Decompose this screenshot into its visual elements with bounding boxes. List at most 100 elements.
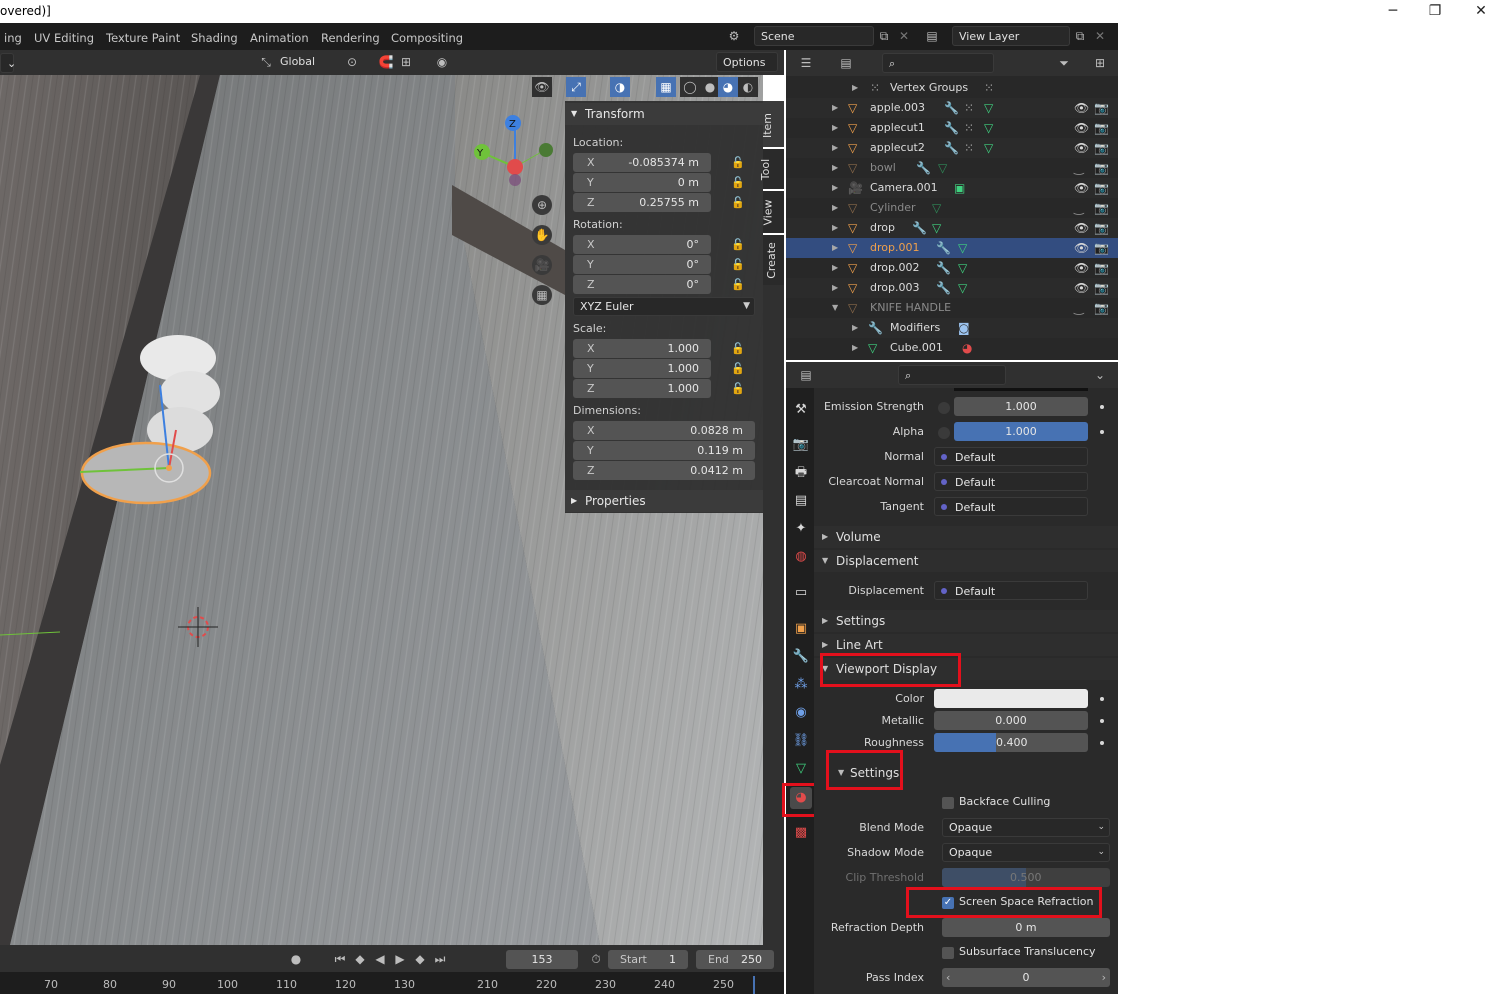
maximize-button[interactable]: ❐ <box>1425 2 1445 20</box>
current-frame-field[interactable]: 153 <box>506 950 578 969</box>
volume-section[interactable]: ▶ Volume <box>814 526 1118 548</box>
alpha-field[interactable]: 1.000 <box>954 422 1088 441</box>
list-item-selected[interactable]: ▶ ▽ drop.001 🔧 ▽ 👁 📷 <box>786 238 1118 258</box>
list-item[interactable]: ▶ ▽ Cylinder ▽ ‿ 📷 <box>786 198 1118 218</box>
lock-icon[interactable]: 🔓 <box>731 176 745 189</box>
displacement-section[interactable]: ▼ Displacement <box>814 550 1118 572</box>
clearcoat-normal-socket[interactable]: Default <box>934 472 1088 491</box>
shadow-mode-dropdown[interactable]: Opaque ⌄ <box>942 843 1110 862</box>
location-x-field[interactable]: X -0.085374 m <box>573 153 711 172</box>
metallic-field[interactable]: 0.000 <box>934 711 1088 730</box>
camera-view-icon[interactable]: 🎥 <box>532 255 552 275</box>
list-item[interactable]: ▶ ▽ applecut1 🔧 ⁙ ▽ 👁 📷 <box>786 118 1118 138</box>
clip-threshold-slider[interactable]: 0.500 <box>942 868 1110 887</box>
solid-shading-icon[interactable]: ● <box>700 77 720 97</box>
keyframe-dot-icon[interactable] <box>1100 719 1104 723</box>
particles-tab-icon[interactable]: ⁂ <box>790 674 812 696</box>
lock-icon[interactable]: 🔓 <box>731 278 745 291</box>
xray-toggle-icon[interactable]: ▦ <box>656 77 676 97</box>
keyframe-dot-icon[interactable] <box>1100 405 1104 409</box>
tab-create[interactable]: Create <box>763 235 784 285</box>
pass-index-field[interactable]: ‹ 0 › <box>942 968 1110 987</box>
location-y-field[interactable]: Y0 m <box>573 173 711 192</box>
lock-icon[interactable]: 🔓 <box>731 238 745 251</box>
object-data-tab-icon[interactable]: ▽ <box>790 758 812 780</box>
dimensions-y-field[interactable]: Y 0.119 m <box>573 441 755 460</box>
next-keyframe-icon[interactable]: ◆ <box>410 949 430 969</box>
tab-workspace-partial[interactable]: ing <box>0 27 26 49</box>
pivot-point-icon[interactable]: ⊙ <box>342 52 362 72</box>
roughness-slider[interactable]: 0.400 <box>934 733 1088 752</box>
play-icon[interactable]: ▶ <box>390 949 410 969</box>
mode-dropdown[interactable]: ⌄ <box>0 53 16 73</box>
socket-icon[interactable] <box>938 402 950 414</box>
tab-tool[interactable]: Tool <box>759 149 784 189</box>
list-item[interactable]: ▶ ▽ Cube.001 ◕ <box>786 338 1118 358</box>
new-collection-icon[interactable]: ⊞ <box>1090 53 1110 73</box>
tab-item[interactable]: Item <box>761 101 784 147</box>
filter-icon[interactable]: ⏷ <box>1054 53 1074 73</box>
play-reverse-icon[interactable]: ◀ <box>370 949 390 969</box>
scene-name-field[interactable]: Scene <box>754 26 874 46</box>
list-item[interactable]: ▶ ⁙ Vertex Groups ⁙ <box>786 78 1118 98</box>
keyframe-dot-icon[interactable] <box>1100 741 1104 745</box>
outliner-search-input[interactable]: ⌕ <box>882 53 994 73</box>
lock-icon[interactable]: 🔓 <box>731 382 745 395</box>
list-item[interactable]: ▶ 🎥 Camera.001 ▣ 👁 📷 <box>786 178 1118 198</box>
keyframe-dot-icon[interactable] <box>1100 430 1104 434</box>
scene-browse-icon[interactable]: ⚙ <box>724 26 744 46</box>
texture-tab-icon[interactable]: ▩ <box>790 822 812 844</box>
normal-socket[interactable]: Default <box>934 447 1088 466</box>
location-z-field[interactable]: Z 0.25755 m <box>573 193 711 212</box>
overlay-toggle-icon[interactable]: ◑ <box>610 77 630 97</box>
editor-type-icon[interactable]: ▤ <box>796 365 816 385</box>
snap-target-icon[interactable]: ⊞ <box>396 52 416 72</box>
collection-tab-icon[interactable]: ▭ <box>790 582 812 604</box>
scale-z-field[interactable]: Z 1.000 <box>573 379 711 398</box>
scale-x-field[interactable]: X 1.000 <box>573 339 711 358</box>
tab-rendering[interactable]: Rendering <box>317 27 384 49</box>
wireframe-shading-icon[interactable]: ◯ <box>680 77 700 97</box>
modifier-tab-icon[interactable]: 🔧 <box>790 646 812 668</box>
zoom-icon[interactable]: ⊕ <box>532 195 552 215</box>
delete-scene-icon[interactable]: ✕ <box>894 26 914 46</box>
rotation-z-field[interactable]: Z 0° <box>573 275 711 294</box>
display-mode-icon[interactable]: ☰ <box>796 53 816 73</box>
filter-type-icon[interactable]: ▤ <box>836 53 856 73</box>
physics-tab-icon[interactable]: ◉ <box>790 702 812 724</box>
list-item[interactable]: ▶ ▽ drop 🔧 ▽ 👁 📷 <box>786 218 1118 238</box>
dimensions-x-field[interactable]: X 0.0828 m <box>573 421 755 440</box>
constraints-tab-icon[interactable]: ⛓ <box>790 730 812 752</box>
scale-y-field[interactable]: Y 1.000 <box>573 359 711 378</box>
tangent-socket[interactable]: Default <box>934 497 1088 516</box>
tab-texture-paint[interactable]: Texture Paint <box>102 27 184 49</box>
blend-mode-dropdown[interactable]: Opaque ⌄ <box>942 818 1110 837</box>
lock-icon[interactable]: 🔓 <box>731 196 745 209</box>
view-layer-browse-icon[interactable]: ▤ <box>922 26 942 46</box>
properties-search-input[interactable]: ⌕ <box>898 365 1006 385</box>
timeline-ruler[interactable]: 70 80 90 100 110 120 130 210 220 230 240… <box>0 972 784 994</box>
list-item[interactable]: ▶ ▽ apple.003 🔧 ⁙ ▽ 👁 📷 <box>786 98 1118 118</box>
view-layer-field[interactable]: View Layer <box>952 26 1070 46</box>
tool-tab-icon[interactable]: ⚒ <box>790 399 812 421</box>
rotation-mode-dropdown[interactable]: XYZ Euler ▼ <box>573 297 755 316</box>
lock-icon[interactable]: 🔓 <box>731 156 745 169</box>
refraction-depth-field[interactable]: 0 m <box>942 918 1110 937</box>
object-tab-icon[interactable]: ▣ <box>790 618 812 640</box>
output-tab-icon[interactable]: 🖶 <box>790 462 812 484</box>
tab-animation[interactable]: Animation <box>246 27 313 49</box>
tab-uv-editing[interactable]: UV Editing <box>30 27 98 49</box>
dimensions-z-field[interactable]: Z 0.0412 m <box>573 461 755 480</box>
list-item[interactable]: ▶ ▽ bowl 🔧 ▽ ‿ 📷 <box>786 158 1118 178</box>
list-item[interactable]: ▶ ▽ drop.003 🔧 ▽ 👁 📷 <box>786 278 1118 298</box>
record-icon[interactable]: ● <box>286 949 306 969</box>
list-item[interactable]: ▶ ▽ drop.002 🔧 ▽ 👁 📷 <box>786 258 1118 278</box>
jump-start-icon[interactable]: ⏮ <box>330 949 350 969</box>
gizmo-toggle-icon[interactable]: ⤢ <box>566 77 586 97</box>
subsurface-translucency-checkbox[interactable] <box>942 947 954 959</box>
list-item[interactable]: ▶ 🔧 Modifiers ◙ <box>786 318 1118 338</box>
pan-hand-icon[interactable]: ✋ <box>532 225 552 245</box>
delete-view-layer-icon[interactable]: ✕ <box>1090 26 1110 46</box>
proportional-edit-icon[interactable]: ◉ <box>432 52 452 72</box>
properties-options-icon[interactable]: ⌄ <box>1090 365 1110 385</box>
